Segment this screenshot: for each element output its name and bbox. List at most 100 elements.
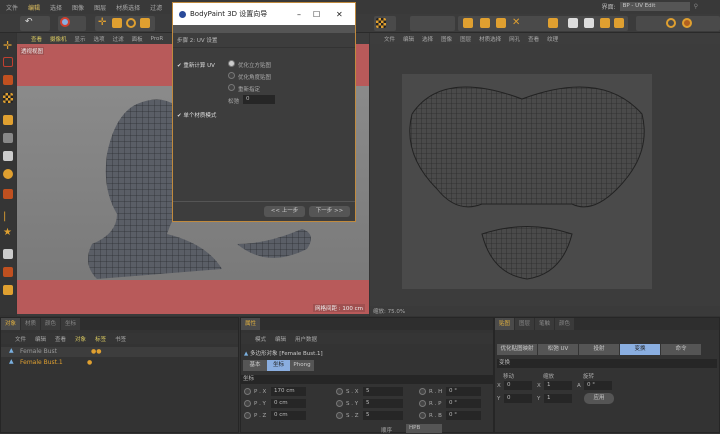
single-material-checkbox[interactable]: ✔ 单个材质模式 [177, 111, 216, 119]
rotate-a-input[interactable]: 0 ° [584, 381, 612, 390]
attr-menu-userdata[interactable]: 用户数据 [295, 335, 317, 343]
coord-input[interactable]: 0 ° [446, 387, 481, 396]
sphere-icon[interactable] [666, 18, 676, 28]
radio-reassign[interactable] [228, 84, 235, 91]
coord-input[interactable]: 170 cm [271, 387, 306, 396]
object-row[interactable]: ▲ Female Bust.1 ● [1, 358, 238, 368]
apply-button[interactable]: 应用 [584, 393, 614, 404]
grid-icon[interactable] [600, 18, 610, 28]
keyframe-radio[interactable] [419, 388, 426, 395]
brush-icon[interactable] [3, 75, 13, 85]
menu-select[interactable]: 选择 [50, 3, 62, 12]
texture-icon[interactable] [3, 93, 13, 103]
eyedropper-icon[interactable] [3, 249, 13, 259]
commands-button[interactable]: 命令 [661, 344, 701, 355]
viewport-menu-display[interactable]: 显示 [75, 35, 86, 43]
scale-icon[interactable] [112, 18, 122, 28]
eraser-icon[interactable] [3, 133, 13, 143]
viewport-menu-camera[interactable]: 摄像机 [50, 35, 67, 43]
uv-menu-edit[interactable]: 编辑 [403, 35, 414, 43]
uv-canvas[interactable] [370, 44, 720, 306]
uv-menu-select[interactable]: 选择 [422, 35, 433, 43]
projection-button[interactable]: 投射 [579, 344, 619, 355]
subtab-coord[interactable]: 坐标 [267, 360, 290, 371]
uv-menu-image[interactable]: 图像 [441, 35, 452, 43]
keyframe-radio[interactable] [244, 400, 251, 407]
tab-strokes[interactable]: 笔触 [535, 318, 555, 330]
uv-menu-view[interactable]: 查看 [528, 35, 539, 43]
menu-filter[interactable]: 过滤 [150, 3, 162, 12]
objects-menu-objects[interactable]: 对象 [75, 335, 86, 343]
menu-edit[interactable]: 编辑 [28, 3, 40, 12]
uv-menu-mesh[interactable]: 网孔 [509, 35, 520, 43]
line-icon[interactable]: | [3, 211, 13, 222]
sphere-fill-icon[interactable] [682, 18, 692, 28]
tab-materials[interactable]: 材质 [21, 318, 41, 330]
rect-select-icon[interactable] [3, 57, 13, 67]
move-x-input[interactable]: 0 [504, 381, 532, 390]
viewport-menu-filter[interactable]: 过滤 [113, 35, 124, 43]
mirror-u-icon[interactable] [568, 18, 578, 28]
uv-menu-material-select[interactable]: 材质选择 [479, 35, 501, 43]
uv-fit-icon[interactable]: ✕ [512, 18, 522, 28]
gradient-icon[interactable] [3, 151, 13, 161]
coord-input[interactable]: 5 [363, 411, 403, 420]
coord-input[interactable]: 5 [363, 399, 403, 408]
scale-x-input[interactable]: 1 [544, 381, 572, 390]
optimal-mapping-button[interactable]: 优化贴图映射 [497, 344, 537, 355]
coord-input[interactable]: 0 ° [446, 411, 481, 420]
minimize-button[interactable]: – [297, 10, 301, 19]
order-dropdown[interactable]: HPB [406, 424, 442, 433]
uv-menu-layer[interactable]: 图层 [460, 35, 471, 43]
keyframe-radio[interactable] [419, 400, 426, 407]
viewport-menu-prorender[interactable]: ProR [151, 36, 164, 42]
objects-menu-file[interactable]: 文件 [15, 335, 26, 343]
maximize-button[interactable]: ☐ [313, 10, 320, 19]
texture-tag-icon[interactable]: ●● [91, 348, 101, 355]
object-name-active[interactable]: Female Bust.1 [20, 359, 63, 366]
star-icon[interactable]: ★ [3, 227, 13, 238]
uv-point-mode-icon[interactable] [463, 18, 473, 28]
objects-menu-view[interactable]: 查看 [55, 335, 66, 343]
magnet-icon[interactable] [3, 285, 13, 295]
keyframe-radio[interactable] [336, 412, 343, 419]
relax-uv-button[interactable]: 松弛 UV [538, 344, 578, 355]
attr-menu-edit[interactable]: 编辑 [275, 335, 286, 343]
subtab-phong[interactable]: Phong [290, 360, 314, 371]
tab-objects[interactable]: 对象 [1, 318, 21, 330]
texture-tag-icon[interactable]: ● [87, 359, 92, 366]
relax-input[interactable]: 0 [243, 95, 275, 104]
tab-uv-map[interactable]: 贴图 [495, 318, 515, 330]
objects-menu-bookmarks[interactable]: 书签 [115, 335, 126, 343]
viewport-menu-view[interactable]: 查看 [31, 35, 42, 43]
rotate-icon[interactable] [126, 18, 136, 28]
coord-input[interactable]: 0 cm [271, 411, 306, 420]
checker-icon[interactable] [376, 18, 386, 28]
menu-image[interactable]: 图像 [72, 3, 84, 12]
mirror-v-icon[interactable] [584, 18, 594, 28]
coord-input[interactable]: 5 [363, 387, 403, 396]
keyframe-radio[interactable] [336, 400, 343, 407]
next-button[interactable]: 下一步 >> [309, 206, 350, 217]
keyframe-radio[interactable] [336, 388, 343, 395]
fill-icon[interactable] [3, 169, 13, 179]
smudge-icon[interactable] [3, 267, 13, 277]
coord-input[interactable]: 0 ° [446, 399, 481, 408]
viewport-menu-options[interactable]: 选项 [94, 35, 105, 43]
objects-menu-edit[interactable]: 编辑 [35, 335, 46, 343]
uv-edge-mode-icon[interactable] [480, 18, 490, 28]
recalc-uv-checkbox[interactable]: ✔ 重新计算 UV [177, 61, 215, 69]
move-icon[interactable]: ✛ [98, 18, 108, 28]
radio-angle[interactable] [228, 72, 235, 79]
interface-dropdown[interactable]: BP - UV Edit [619, 2, 690, 11]
keyframe-radio[interactable] [244, 412, 251, 419]
objects-menu-tags[interactable]: 标签 [95, 335, 106, 343]
coordinate-icon[interactable] [140, 18, 150, 28]
radio-cubic[interactable] [228, 60, 235, 67]
uv-menu-file[interactable]: 文件 [384, 35, 395, 43]
live-select-icon[interactable] [60, 17, 70, 27]
object-row[interactable]: ▲ Female Bust ●● [1, 347, 238, 357]
transform-button[interactable]: 变换 [620, 344, 660, 355]
add-icon[interactable]: ✛ [3, 40, 13, 51]
undo-icon[interactable]: ↶ [25, 17, 33, 27]
